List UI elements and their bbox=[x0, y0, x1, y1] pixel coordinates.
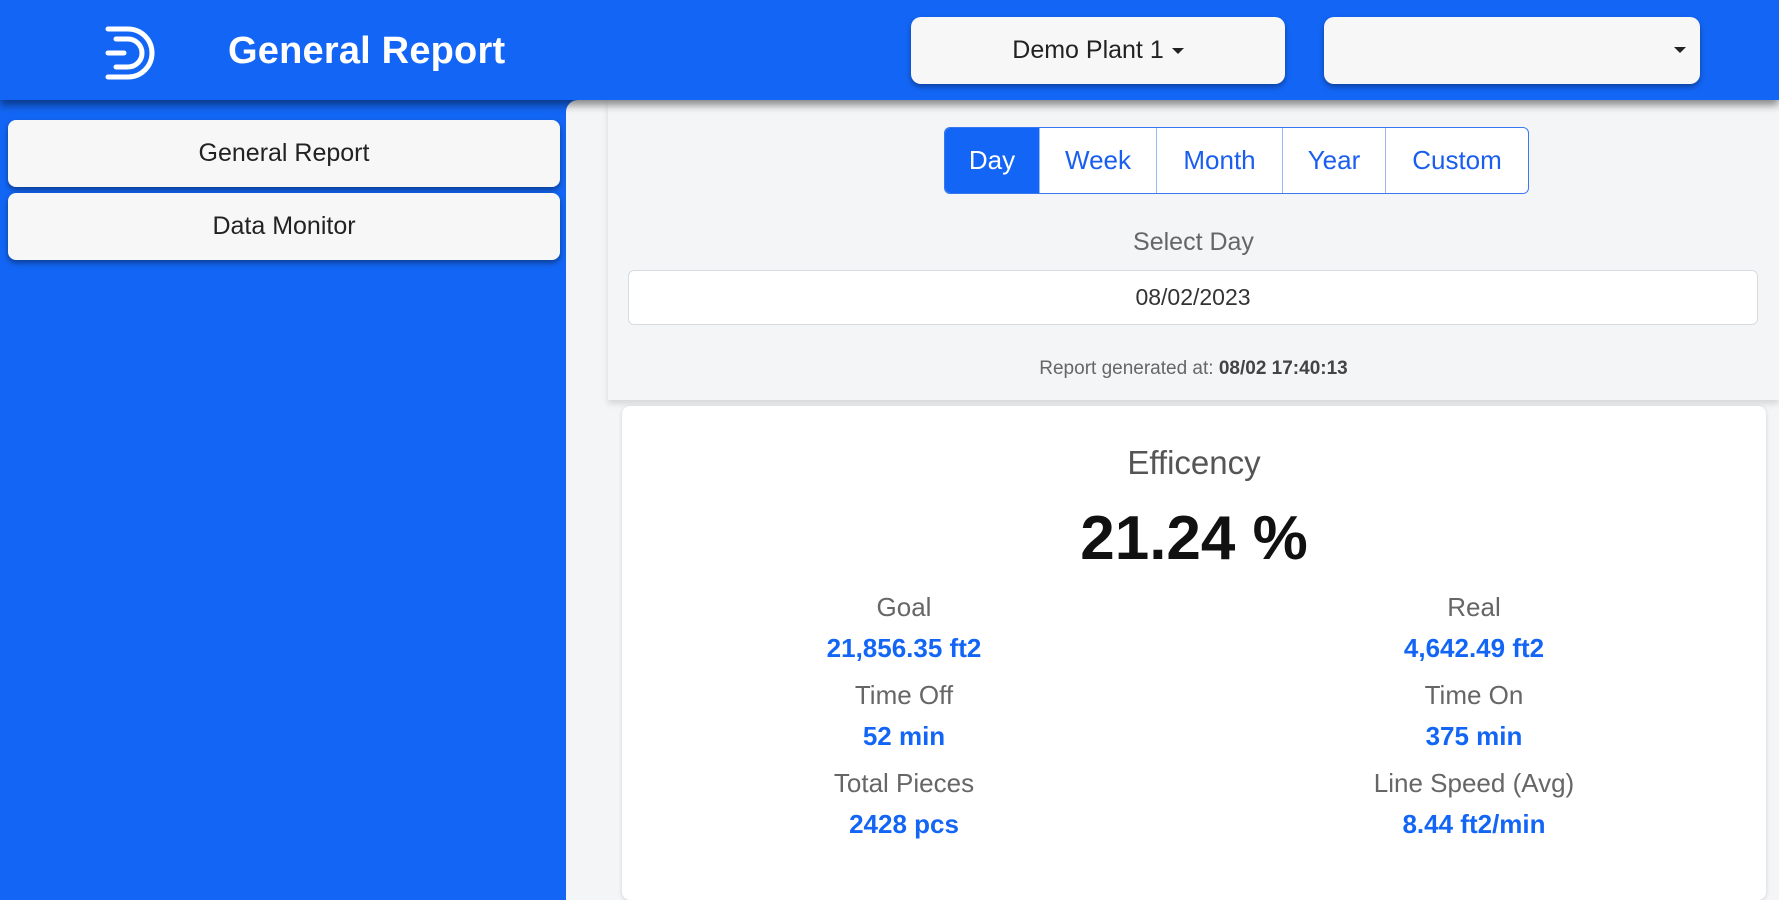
metric-value: 2428 pcs bbox=[849, 809, 959, 839]
top-header: General Report Demo Plant 1 bbox=[0, 0, 1779, 100]
metric-label: Goal bbox=[876, 592, 932, 622]
sidebar-item-label: Data Monitor bbox=[212, 212, 356, 240]
tab-day[interactable]: Day bbox=[945, 128, 1039, 193]
metric-label: Time On bbox=[1424, 680, 1524, 710]
metric-label: Total Pieces bbox=[833, 768, 975, 798]
efficiency-card: Efficency 21.24 % Goal 21,856.35 ft2 Rea… bbox=[622, 406, 1766, 900]
tab-week[interactable]: Week bbox=[1039, 128, 1156, 193]
metric-label: Time Off bbox=[854, 680, 954, 710]
main-content: Day Week Month Year Custom Select Day Re… bbox=[566, 100, 1779, 900]
metric-value: 52 min bbox=[862, 721, 946, 751]
tab-year[interactable]: Year bbox=[1282, 128, 1385, 193]
report-generated-text: Report generated at: 08/02 17:40:13 bbox=[608, 358, 1779, 380]
metric-time-off: Time Off 52 min bbox=[704, 680, 1104, 752]
report-generated-timestamp: 08/02 17:40:13 bbox=[1218, 358, 1348, 379]
metric-real: Real 4,642.49 ft2 bbox=[1274, 592, 1674, 664]
secondary-select[interactable] bbox=[1324, 17, 1700, 84]
page-title: General Report bbox=[228, 30, 506, 72]
efficiency-value: 21.24 % bbox=[1080, 504, 1308, 573]
metric-value: 4,642.49 ft2 bbox=[1403, 633, 1545, 663]
range-tabs: Day Week Month Year Custom bbox=[944, 127, 1529, 194]
sidebar-item-general-report[interactable]: General Report bbox=[8, 120, 560, 187]
metric-value: 8.44 ft2/min bbox=[1402, 809, 1546, 839]
metric-value: 21,856.35 ft2 bbox=[826, 633, 982, 663]
report-generated-label: Report generated at: bbox=[1039, 358, 1214, 379]
caret-down-icon bbox=[1171, 47, 1184, 54]
metric-label: Line Speed (Avg) bbox=[1373, 768, 1575, 798]
filter-panel: Day Week Month Year Custom Select Day Re… bbox=[608, 100, 1779, 400]
sidebar-item-data-monitor[interactable]: Data Monitor bbox=[8, 193, 560, 260]
brand-logo-icon bbox=[105, 26, 155, 80]
caret-down-icon bbox=[1674, 47, 1686, 53]
sidebar: General Report Data Monitor bbox=[0, 100, 566, 900]
metric-value: 375 min bbox=[1425, 721, 1523, 751]
plant-select-value: Demo Plant 1 bbox=[1012, 36, 1164, 64]
metric-time-on: Time On 375 min bbox=[1274, 680, 1674, 752]
efficiency-title: Efficency bbox=[1127, 444, 1261, 481]
plant-select[interactable]: Demo Plant 1 bbox=[911, 17, 1285, 84]
tab-custom[interactable]: Custom bbox=[1385, 128, 1528, 193]
metric-line-speed: Line Speed (Avg) 8.44 ft2/min bbox=[1274, 768, 1674, 840]
app-root: General Report Demo Plant 1 General Repo… bbox=[0, 0, 1779, 900]
date-input[interactable] bbox=[628, 270, 1758, 325]
metric-label: Real bbox=[1447, 592, 1501, 622]
metric-goal: Goal 21,856.35 ft2 bbox=[704, 592, 1104, 664]
tab-month[interactable]: Month bbox=[1156, 128, 1282, 193]
metric-total-pieces: Total Pieces 2428 pcs bbox=[704, 768, 1104, 840]
sidebar-item-label: General Report bbox=[198, 139, 370, 167]
select-day-label: Select Day bbox=[1133, 228, 1254, 256]
